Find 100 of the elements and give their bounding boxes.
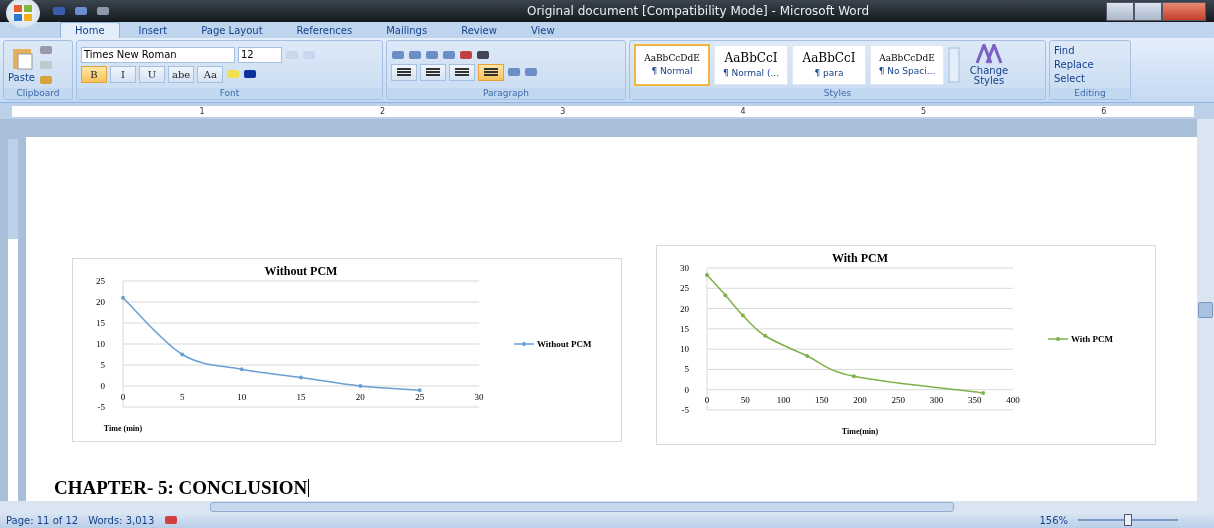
x-tick-label: 10 <box>237 391 247 402</box>
data-point <box>299 375 303 380</box>
align-lines-icon <box>426 68 440 76</box>
x-tick-label: 200 <box>853 395 867 406</box>
change-styles-button[interactable]: Change Styles <box>964 43 1014 86</box>
ruler-number: 2 <box>379 106 386 116</box>
y-tick-label: 30 <box>680 263 689 273</box>
y-tick-label: 15 <box>96 318 105 328</box>
restore-button[interactable] <box>1134 1 1162 21</box>
data-point <box>705 272 709 277</box>
legend-label: Without PCM <box>537 339 592 349</box>
format-button[interactable]: Aa <box>197 65 224 83</box>
gallery-scroll-icon[interactable] <box>948 46 960 83</box>
vertical-ruler[interactable] <box>8 139 18 501</box>
data-point <box>740 313 745 318</box>
style-preview: AaBbCcDdE <box>879 53 935 63</box>
editing-command[interactable]: Select <box>1054 73 1094 84</box>
align-lines-icon <box>455 68 469 76</box>
format-button[interactable]: I <box>110 65 136 83</box>
word-count[interactable]: Words: 3,013 <box>88 514 155 526</box>
format-button[interactable]: U <box>139 65 165 83</box>
font-name-field[interactable]: Times New Roman <box>81 46 235 63</box>
data-point <box>723 293 728 298</box>
align-button[interactable] <box>420 63 446 81</box>
y-tick-label: 10 <box>680 344 689 355</box>
style-name: ¶ para <box>814 68 844 78</box>
y-tick-label: -5 <box>681 405 689 415</box>
ribbon-tab[interactable]: Home <box>60 22 120 38</box>
style-gallery-item[interactable]: AaBbCcDdE ¶ No Spaci... <box>870 44 944 85</box>
y-tick-label: -5 <box>97 402 105 412</box>
x-tick-label: 350 <box>968 395 982 406</box>
align-button[interactable] <box>449 63 475 81</box>
x-tick-label: 400 <box>1006 395 1020 406</box>
chart-title: Without PCM <box>264 264 338 278</box>
vertical-scrollbar[interactable] <box>1197 119 1214 501</box>
x-tick-label: 250 <box>891 395 905 406</box>
data-point <box>763 333 768 338</box>
style-preview: AaBbCcDdE <box>644 53 700 63</box>
data-point <box>851 374 856 379</box>
data-point <box>981 390 986 395</box>
page-count[interactable]: Page: 11 of 12 <box>6 514 79 526</box>
y-tick-label: 5 <box>684 364 689 375</box>
minimize-button[interactable] <box>1106 1 1134 21</box>
y-tick-label: 15 <box>680 323 689 334</box>
x-tick-label: 0 <box>704 395 710 406</box>
legend-marker-icon <box>513 342 535 346</box>
close-button[interactable] <box>1162 1 1206 21</box>
format-button[interactable]: B <box>81 65 107 83</box>
y-tick-label: 0 <box>100 381 105 391</box>
x-tick-label: 15 <box>296 391 306 402</box>
horizontal-scrollbar[interactable] <box>0 501 1214 512</box>
y-tick-label: 5 <box>100 360 105 370</box>
legend-marker-icon <box>1047 337 1069 341</box>
x-tick-label: 25 <box>415 391 425 402</box>
x-tick-label: 300 <box>929 395 944 406</box>
ribbon-tab[interactable]: View <box>515 22 570 38</box>
align-button[interactable] <box>391 63 417 81</box>
data-point <box>417 388 422 393</box>
font-size-field[interactable]: 12 <box>238 46 282 63</box>
ribbon-tab[interactable]: Insert <box>123 22 183 38</box>
axis-title: Time(min) <box>841 427 879 436</box>
format-button[interactable]: abe <box>168 65 195 83</box>
ruler-number: 4 <box>740 106 746 116</box>
zoom-level[interactable]: 156% <box>1039 514 1068 526</box>
style-name: ¶ Normal (... <box>722 68 780 78</box>
group-label: Paragraph <box>387 88 625 99</box>
style-gallery-item[interactable]: AaBbCcI ¶ para <box>792 44 866 85</box>
style-preview: AaBbCcI <box>802 51 856 65</box>
y-tick-label: 25 <box>680 283 689 294</box>
x-tick-label: 20 <box>355 391 365 402</box>
ribbon-tab[interactable]: Mailings <box>371 22 443 38</box>
group-label: Editing <box>1050 88 1130 99</box>
chart-title: With PCM <box>831 251 889 265</box>
group-label: Font <box>77 88 382 99</box>
data-point <box>358 384 363 388</box>
style-gallery-item[interactable]: AaBbCcDdE ¶ Normal <box>634 43 710 86</box>
ribbon-tab[interactable]: Review <box>446 22 512 38</box>
zoom-thumb[interactable] <box>1124 514 1132 526</box>
ruler-number: 5 <box>920 106 926 116</box>
y-tick-label: 20 <box>96 297 105 307</box>
ruler-number: 1 <box>199 106 205 116</box>
editing-command[interactable]: Replace <box>1054 59 1094 70</box>
x-tick-label: 50 <box>740 395 750 406</box>
y-tick-label: 10 <box>96 339 105 349</box>
paste-button[interactable]: Paste <box>8 46 35 83</box>
office-button[interactable] <box>6 0 40 28</box>
x-tick-label: 0 <box>120 391 126 402</box>
ruler-number: 3 <box>560 106 566 116</box>
style-preview: AaBbCcI <box>724 51 778 65</box>
axis-title: Time (min) <box>103 424 143 433</box>
align-button[interactable] <box>478 63 504 81</box>
editing-command[interactable]: Find <box>1054 45 1094 56</box>
style-gallery-item[interactable]: AaBbCcI ¶ Normal (... <box>714 44 788 85</box>
ribbon-tab[interactable]: References <box>281 22 368 38</box>
align-lines-icon <box>397 68 411 76</box>
data-point <box>121 295 125 300</box>
horizontal-ruler[interactable]: 1 2 3 4 5 6 <box>12 105 1194 117</box>
legend-label: With PCM <box>1071 334 1114 344</box>
style-name: ¶ No Spaci... <box>878 66 936 76</box>
ribbon-tab[interactable]: Page Layout <box>186 22 278 38</box>
